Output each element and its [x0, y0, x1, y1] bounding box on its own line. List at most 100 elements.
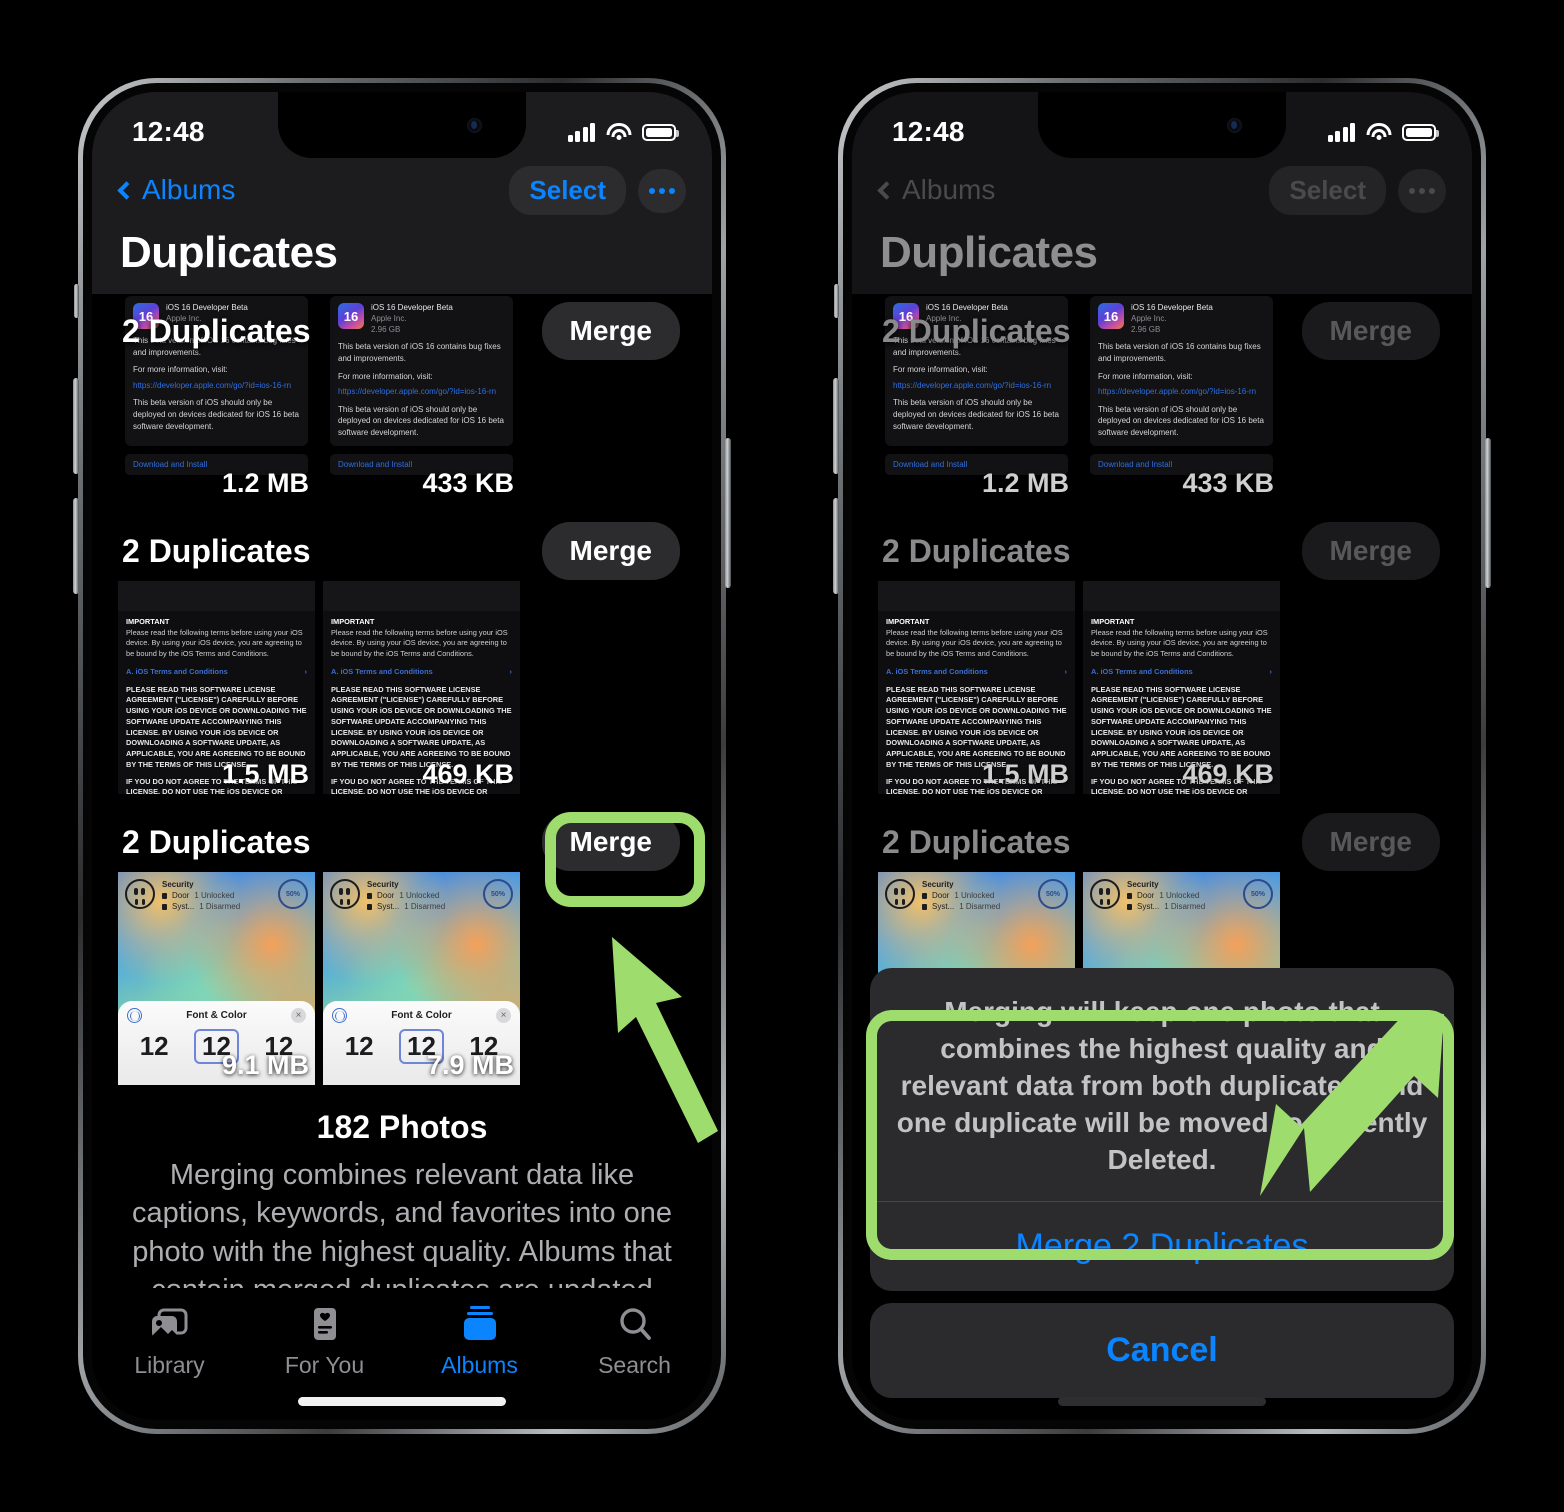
widget-row-label: Syst...	[932, 902, 955, 912]
back-button-albums[interactable]: Albums	[117, 174, 236, 206]
group-header: 2 Duplicates Merge	[92, 521, 712, 581]
duplicate-group: 2 Duplicates Merge Security Door 1 Unlock…	[92, 812, 712, 1085]
albums-icon	[458, 1304, 502, 1344]
battery-ring-icon: 50%	[278, 879, 308, 909]
volume-down-button[interactable]	[833, 498, 839, 594]
notes-body-3: This beta version of iOS should only be …	[133, 398, 299, 431]
select-button[interactable]: Select	[1269, 166, 1386, 215]
back-button-label: Albums	[902, 174, 996, 205]
file-size-label: 1.5 MB	[221, 759, 309, 789]
license-terms-label: A. iOS Terms and Conditions	[1091, 666, 1193, 676]
notes-link[interactable]: https://developer.apple.com/go/?id=ios-1…	[133, 380, 300, 392]
license-terms-link[interactable]: A. iOS Terms and Conditions ›	[126, 667, 307, 678]
group-header: 2 Duplicates Merge	[852, 812, 1472, 872]
globe-icon	[127, 1008, 142, 1023]
tab-label: Library	[134, 1352, 205, 1378]
file-size-label: 1.2 MB	[981, 468, 1069, 498]
battery-ring-icon: 50%	[1038, 879, 1068, 909]
silent-switch[interactable]	[74, 284, 79, 318]
close-icon[interactable]: ×	[495, 1008, 511, 1023]
license-terms-label: A. iOS Terms and Conditions	[886, 666, 988, 676]
merge-action-sheet: Merging will keep one photo that combine…	[870, 968, 1454, 1398]
photo-thumbnail[interactable]: IMPORTANT Please read the following term…	[118, 581, 315, 794]
widget-title: Security	[367, 880, 399, 889]
cancel-button[interactable]: Cancel	[870, 1303, 1454, 1398]
file-size-label: 9.1 MB	[221, 1050, 309, 1080]
photo-pair: Security Door 1 Unlocked Syst... 1 Disarme…	[92, 872, 712, 1085]
search-icon	[613, 1304, 657, 1344]
license-terms-link[interactable]: A. iOS Terms and Conditions ›	[331, 667, 512, 678]
license-terms-label: A. iOS Terms and Conditions	[126, 666, 228, 676]
cellular-bars-icon	[1327, 122, 1355, 142]
chevron-right-icon: ›	[1064, 666, 1067, 676]
silent-switch[interactable]	[834, 284, 839, 318]
home-face-icon	[1090, 879, 1120, 909]
clock-style-option[interactable]: 12	[345, 1031, 374, 1062]
group-header: 2 Duplicates Merge	[92, 302, 712, 360]
home-face-icon	[125, 879, 155, 909]
license-heading: IMPORTANT	[1091, 617, 1135, 626]
file-size-label: 469 KB	[422, 759, 514, 789]
clock-style-option[interactable]: 12	[140, 1031, 169, 1062]
widget-row-value: 1 Disarmed	[199, 902, 241, 912]
more-options-button[interactable]	[1398, 168, 1446, 213]
notes-link[interactable]: https://developer.apple.com/go/?id=ios-1…	[338, 386, 505, 398]
merge-button-group-3[interactable]: Merge	[541, 813, 680, 871]
chevron-right-icon: ›	[509, 666, 512, 676]
close-icon[interactable]: ×	[290, 1008, 306, 1023]
merge-2-duplicates-button[interactable]: Merge 2 Duplicates	[870, 1202, 1454, 1291]
tab-search[interactable]: Search	[575, 1304, 695, 1379]
photo-thumbnail[interactable]: Security Door 1 Unlocked Syst... 1 Disarme…	[118, 872, 315, 1085]
group-title: 2 Duplicates	[122, 823, 311, 860]
volume-down-button[interactable]	[73, 498, 79, 594]
license-intro: Please read the following terms before u…	[886, 627, 1063, 659]
phone-screen-right: 12:48 Albums Select Duplicates 16 iOS 16…	[852, 92, 1472, 1420]
front-camera	[1227, 118, 1242, 133]
license-para-1: PLEASE READ THIS SOFTWARE LICENSE AGREEM…	[331, 684, 512, 769]
volume-up-button[interactable]	[833, 378, 839, 474]
widget-row-label: Syst...	[377, 902, 400, 912]
iphone-right: 12:48 Albums Select Duplicates 16 iOS 16…	[833, 78, 1491, 1434]
screenshot-stage: 12:48 Albums Select Duplicates 16 iOS 16…	[0, 0, 1564, 1512]
home-indicator[interactable]	[298, 1397, 506, 1406]
tab-for-you[interactable]: For You	[265, 1304, 385, 1379]
font-color-title: Font & Color	[391, 1010, 452, 1021]
select-button[interactable]: Select	[509, 166, 626, 215]
home-indicator[interactable]	[1058, 1397, 1266, 1406]
merge-button-group-1: Merge	[1301, 302, 1440, 360]
back-button-label: Albums	[142, 174, 236, 205]
tab-library[interactable]: Library	[110, 1304, 230, 1379]
dot-icon	[1409, 187, 1415, 194]
volume-up-button[interactable]	[73, 378, 79, 474]
power-button[interactable]	[725, 438, 731, 588]
chevron-right-icon: ›	[304, 666, 307, 676]
license-para-1: PLEASE READ THIS SOFTWARE LICENSE AGREEM…	[126, 684, 307, 769]
photo-thumbnail[interactable]: Security Door 1 Unlocked Syst... 1 Disarme…	[323, 872, 520, 1085]
page-title: Duplicates	[120, 228, 338, 277]
group-title: 2 Duplicates	[882, 532, 1071, 569]
notes-body-2: For more information, visit:	[1098, 371, 1193, 381]
tab-albums[interactable]: Albums	[420, 1304, 540, 1379]
merge-button-group-2: Merge	[1301, 522, 1440, 580]
notes-body-2: For more information, visit:	[133, 365, 228, 375]
merge-button-group-1[interactable]: Merge	[541, 302, 680, 360]
group-title: 2 Duplicates	[122, 312, 311, 349]
back-button-albums[interactable]: Albums	[877, 174, 996, 206]
navigation-bar: Albums Select Duplicates	[92, 158, 712, 294]
photo-thumbnail[interactable]: IMPORTANT Please read the following term…	[323, 581, 520, 794]
duplicates-list[interactable]: 16 iOS 16 Developer Beta Apple Inc. This…	[92, 294, 712, 1420]
more-options-button[interactable]	[638, 168, 686, 213]
battery-icon	[642, 123, 679, 141]
widget-row-label: Door	[377, 891, 395, 901]
license-heading: IMPORTANT	[126, 617, 170, 626]
power-button[interactable]	[1485, 438, 1491, 588]
group-header: 2 Duplicates Merge	[852, 521, 1472, 581]
notes-body-3: This beta version of iOS should only be …	[893, 398, 1059, 431]
tab-label: Albums	[441, 1352, 518, 1378]
file-size-label: 1.5 MB	[981, 759, 1069, 789]
merge-button-group-2[interactable]: Merge	[541, 522, 680, 580]
status-time: 12:48	[132, 116, 205, 147]
file-size-label: 433 KB	[422, 468, 514, 498]
license-para-1: PLEASE READ THIS SOFTWARE LICENSE AGREEM…	[886, 684, 1067, 769]
widget-title: Security	[922, 880, 954, 889]
